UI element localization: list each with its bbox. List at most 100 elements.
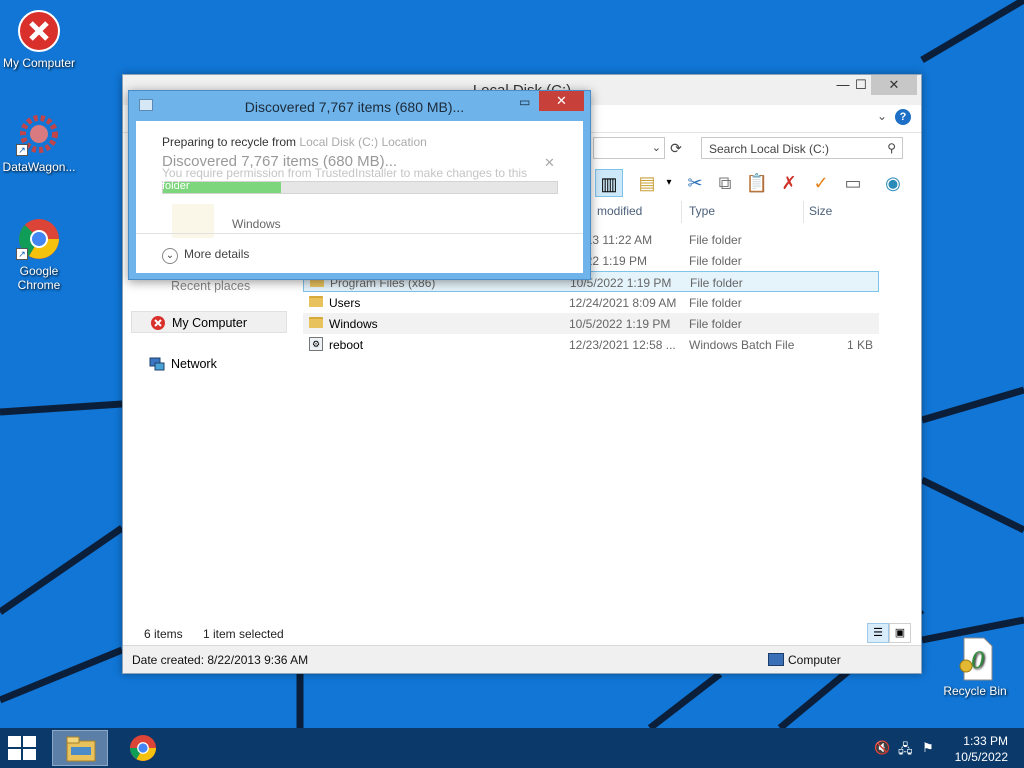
column-date-modified[interactable]: modified [597,204,642,218]
dialog-body: Preparing to recycle from Local Disk (C:… [136,121,583,273]
permission-text: You require permission from TrustedInsta… [162,166,528,180]
address-bar[interactable]: ⌄ [593,137,665,159]
column-divider[interactable] [803,201,804,223]
folder-icon [309,317,323,328]
file-name: Users [329,296,361,310]
file-name: Windows [329,317,378,331]
shortcut-arrow-icon: ↗ [16,144,28,156]
nav-item-network[interactable]: Network [131,353,287,375]
progress-bar [162,181,558,194]
details-view-button[interactable]: ☰ [867,623,889,643]
nav-item-label: Network [171,357,217,371]
nav-item-my-computer[interactable]: My Computer [131,311,287,333]
clock-time: 1:33 PM [963,734,1008,748]
copy-icon[interactable]: ⧉ [711,169,739,197]
preview-pane-icon[interactable]: ▥ [595,169,623,197]
help-icon[interactable]: ? [895,109,911,125]
file-type: File folder [689,233,742,247]
column-type[interactable]: Type [689,204,715,218]
details-status-bar: Date created: 8/22/2013 9:36 AM Computer [123,645,921,673]
recycle-progress-dialog[interactable]: Discovered 7,767 items (680 MB)... ▭ ✕ P… [128,90,591,280]
batch-file-icon: ⚙ [309,337,323,351]
source-label: Local Disk (C:) [299,135,379,149]
items-status-bar: 6 items 1 item selected ☰ ▣ [123,623,921,645]
shortcut-arrow-icon: ↗ [16,248,28,260]
dialog-title: Discovered 7,767 items (680 MB)... [244,99,465,115]
network-icon[interactable]: 🖧 [898,740,913,762]
search-placeholder: Search Local Disk (C:) [709,142,830,156]
file-row[interactable]: Users 12/24/2021 8:09 AM File folder [303,292,879,313]
cancel-icon[interactable]: ✕ [544,155,555,171]
desktop-icon-datawagon[interactable]: ↗ DataWagon... [0,112,78,174]
file-explorer-icon [66,736,96,762]
file-type: File folder [689,317,742,331]
more-details-label: More details [184,247,250,261]
nav-item-label: Recent places [171,279,251,293]
minimize-button[interactable]: ▭ [519,95,533,109]
file-row[interactable]: ⚙ reboot 12/23/2021 12:58 ... Windows Ba… [303,334,879,355]
desktop-icon-label: My Computer [2,56,76,70]
desktop-icon-chrome[interactable]: ↗ Google Chrome [0,216,78,292]
speaker-muted-icon[interactable]: 🔇 [874,740,890,756]
search-icon: ⚲ [887,141,896,155]
toolbar: ▥ ▤ ▾ ✂ ⧉ 📋 ✗ ✓ ▭ ◉ [593,167,913,199]
taskbar: 🔇 🖧 ⚑ 1:33 PM 10/5/2022 [0,728,1024,768]
rename-icon[interactable]: ▭ [839,169,867,197]
file-row[interactable]: Windows 10/5/2022 1:19 PM File folder [303,313,879,334]
clock[interactable]: 1:33 PM 10/5/2022 [955,733,1008,765]
item-count: 6 items [144,627,183,641]
svg-text:0: 0 [971,649,985,674]
taskbar-chrome[interactable] [116,730,172,766]
certificate-icon: 0 [959,637,993,681]
file-name: reboot [329,338,364,352]
network-icon [149,357,165,371]
chevron-down-icon[interactable]: ⌄ [877,109,887,123]
search-input[interactable]: Search Local Disk (C:) ⚲ [701,137,903,159]
desktop-icon-label: Google Chrome [17,264,61,292]
preparing-text: Preparing to recycle from Local Disk (C:… [162,135,427,149]
taskbar-file-explorer[interactable] [52,730,108,766]
desktop-icon-my-computer[interactable]: My Computer [0,8,78,70]
error-x-icon [18,10,60,52]
file-type: Windows Batch File [689,338,795,352]
refresh-icon[interactable]: ⟳ [665,137,687,159]
preparing-label: Preparing to recycle from [162,135,297,149]
chrome-icon [129,734,157,762]
close-button[interactable]: ✕ [871,75,917,95]
desktop-icon-label: Recycle Bin [943,684,1007,698]
folder-icon [309,296,323,307]
globe-icon[interactable]: ◉ [879,169,907,197]
cut-icon[interactable]: ✂ [681,169,709,197]
file-date: 10/5/2022 1:19 PM [569,317,671,331]
delete-icon[interactable]: ✗ [775,169,803,197]
clock-date: 10/5/2022 [954,750,1008,764]
folder-word: folder [162,180,190,192]
desktop-icon-recycle-bin[interactable]: 0 Recycle Bin [936,636,1014,698]
date-created: Date created: 8/22/2013 9:36 AM [132,653,309,667]
file-date: 12/24/2021 8:09 AM [569,296,677,310]
chevron-down-icon: ⌄ [162,248,178,264]
file-date: 12/23/2021 12:58 ... [569,338,676,352]
column-size[interactable]: Size [809,204,832,218]
file-type: File folder [689,296,742,310]
dropdown-icon[interactable]: ▾ [655,169,683,197]
error-x-icon [151,316,165,330]
copy-progress-icon [139,99,153,111]
selection-count: 1 item selected [203,627,284,641]
desktop-icon-label: DataWagon... [2,160,76,174]
large-icons-view-button[interactable]: ▣ [889,623,911,643]
file-type: File folder [689,254,742,268]
column-divider[interactable] [681,201,682,223]
chevron-down-icon[interactable]: ⌄ [652,141,661,154]
action-center-icon[interactable]: ⚑ [922,740,934,756]
faint-location-label: Location [381,135,427,149]
file-size: 1 KB [846,338,873,352]
location-label: Computer [788,653,841,667]
item-name: Windows [232,217,281,231]
dialog-close-button[interactable]: ✕ [539,91,584,111]
check-icon[interactable]: ✓ [807,169,835,197]
dialog-divider [136,233,583,234]
more-details-button[interactable]: ⌄ More details [162,247,249,264]
start-button[interactable] [8,736,38,760]
paste-icon[interactable]: 📋 [743,169,771,197]
